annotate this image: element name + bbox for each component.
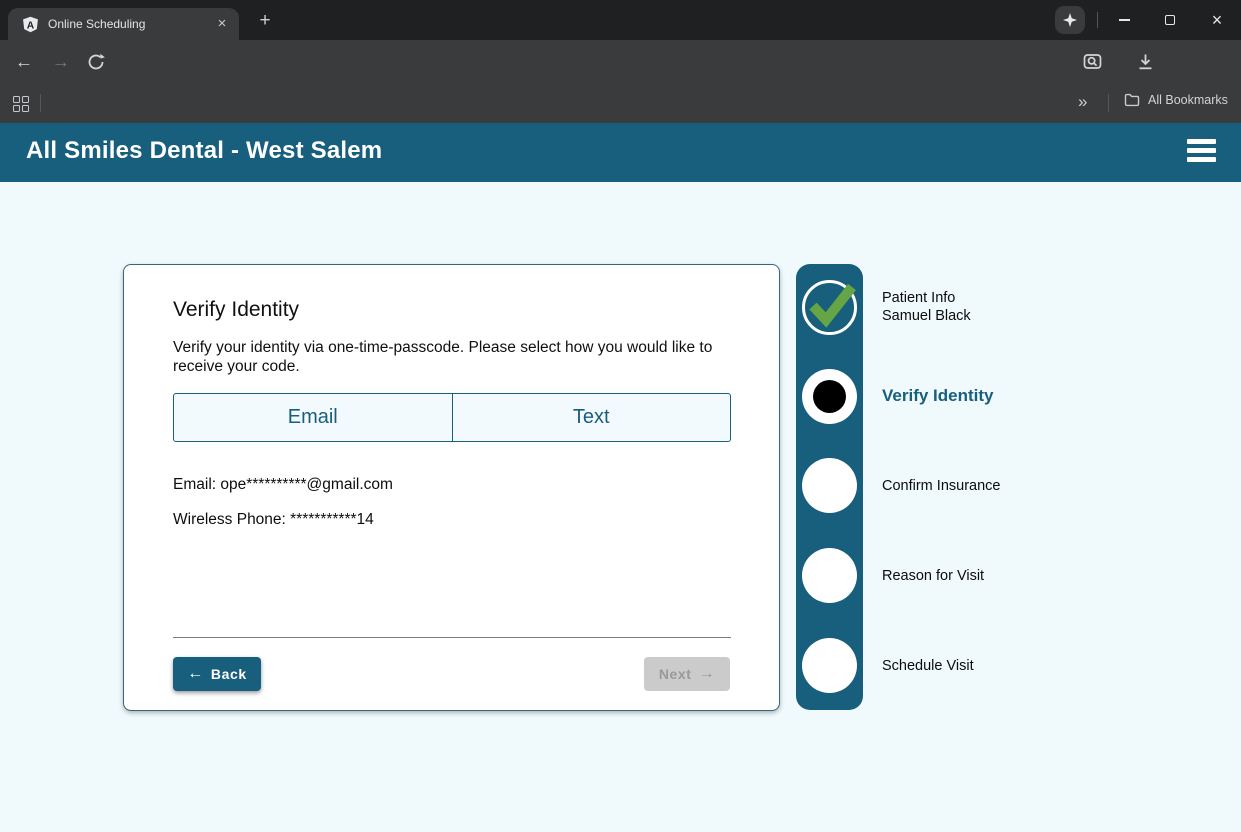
site-favicon-icon: A	[22, 16, 39, 33]
minimize-icon	[1119, 19, 1130, 21]
next-button[interactable]: Next →	[644, 657, 730, 691]
next-button-label: Next	[659, 666, 692, 682]
nav-back-button[interactable]: ←	[15, 52, 33, 73]
downloads-button[interactable]	[1136, 53, 1155, 72]
step-label-verify-identity: Verify Identity	[882, 387, 993, 405]
nav-forward-button[interactable]: →	[52, 52, 70, 73]
close-icon: ×	[1212, 11, 1223, 29]
search-tabs-button[interactable]	[1083, 53, 1102, 72]
card-divider	[173, 637, 731, 638]
step-label-title: Patient Info	[882, 290, 971, 308]
apps-grid-icon[interactable]	[13, 96, 29, 112]
masked-email-line: Email: ope**********@gmail.com	[173, 476, 393, 494]
bookmarks-separator-right	[1108, 94, 1109, 112]
all-bookmarks-label: All Bookmarks	[1148, 93, 1228, 107]
window-minimize-button[interactable]	[1102, 0, 1146, 40]
step-circle-schedule-visit[interactable]	[802, 638, 857, 693]
overflow-chevrons-icon[interactable]: »	[1078, 92, 1087, 112]
sparkle-icon	[1063, 13, 1077, 27]
next-arrow-icon: →	[699, 665, 716, 683]
tab-email[interactable]: Email	[174, 394, 452, 441]
step-circle-patient-info[interactable]	[802, 280, 857, 335]
card-title: Verify Identity	[173, 298, 299, 322]
new-tab-button[interactable]: +	[252, 8, 278, 34]
bookmarks-separator	[40, 94, 41, 112]
tab-text[interactable]: Text	[452, 394, 731, 441]
svg-text:A: A	[27, 20, 35, 31]
tab-title: Online Scheduling	[48, 17, 213, 31]
tab-close-icon[interactable]: ×	[213, 15, 231, 33]
step-circle-confirm-insurance[interactable]	[802, 458, 857, 513]
step-label-confirm-insurance: Confirm Insurance	[882, 478, 1000, 496]
step-label-subtitle: Samuel Black	[882, 308, 971, 326]
titlebar-separator	[1097, 12, 1098, 28]
otp-method-tabs: Email Text	[173, 393, 731, 442]
step-circle-reason-for-visit[interactable]	[802, 548, 857, 603]
step-label-reason-for-visit: Reason for Visit	[882, 568, 984, 586]
back-arrow-icon: ←	[187, 665, 204, 683]
step-label-patient-info: Patient Info Samuel Black	[882, 290, 971, 325]
browser-navbar: ← → ☆	[0, 40, 1241, 84]
window-close-button[interactable]: ×	[1195, 0, 1239, 40]
nav-reload-button[interactable]	[87, 53, 105, 71]
window-maximize-button[interactable]	[1148, 0, 1192, 40]
step-circle-verify-identity[interactable]	[802, 369, 857, 424]
masked-phone-line: Wireless Phone: ***********14	[173, 511, 374, 529]
hamburger-menu-icon[interactable]	[1187, 139, 1216, 162]
verify-identity-card: Verify Identity Verify your identity via…	[123, 264, 780, 711]
page-title: All Smiles Dental - West Salem	[26, 137, 382, 165]
bookmarks-bar: » All Bookmarks	[0, 84, 1241, 123]
browser-ai-button[interactable]	[1055, 6, 1085, 34]
folder-icon	[1124, 93, 1140, 107]
progress-stepper	[796, 264, 863, 710]
scheduling-page: Verify Identity Verify your identity via…	[0, 182, 1241, 832]
step-label-schedule-visit: Schedule Visit	[882, 658, 974, 676]
browser-titlebar: A Online Scheduling × + ×	[0, 0, 1241, 40]
back-button-label: Back	[211, 666, 247, 682]
all-bookmarks-button[interactable]: All Bookmarks	[1124, 93, 1228, 107]
app-header: All Smiles Dental - West Salem	[0, 123, 1241, 182]
browser-window: A Online Scheduling × + × ← →	[0, 0, 1241, 832]
card-description: Verify your identity via one-time-passco…	[173, 338, 739, 376]
browser-tab[interactable]: A Online Scheduling ×	[8, 8, 239, 40]
back-button[interactable]: ← Back	[173, 657, 261, 691]
maximize-icon	[1165, 15, 1175, 25]
